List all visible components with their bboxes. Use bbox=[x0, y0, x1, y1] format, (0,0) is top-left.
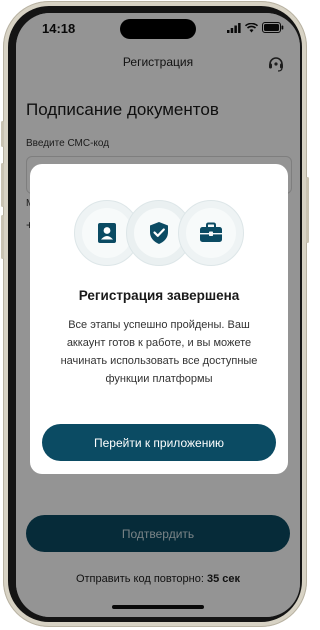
phone-side-button bbox=[1, 121, 4, 147]
modal-description: Все этапы успешно пройдены. Ваш аккаунт … bbox=[60, 319, 258, 385]
phone-side-button bbox=[1, 163, 4, 207]
shield-check-icon bbox=[150, 222, 168, 244]
success-modal: Регистрация завершена Все этапы успешно … bbox=[30, 164, 288, 474]
go-to-app-button[interactable]: Перейти к приложению bbox=[42, 424, 276, 461]
briefcase-icon-circle bbox=[178, 200, 244, 266]
phone-side-button bbox=[1, 215, 4, 259]
phone-power-button bbox=[306, 177, 309, 243]
phone-frame: 14:18 Регистрация Подписание документов … bbox=[1, 1, 309, 627]
modal-title: Регистрация завершена bbox=[78, 288, 240, 303]
user-card-icon bbox=[98, 223, 116, 243]
briefcase-icon bbox=[200, 222, 222, 242]
icon-row bbox=[74, 200, 244, 266]
screen: 14:18 Регистрация Подписание документов … bbox=[16, 13, 300, 617]
